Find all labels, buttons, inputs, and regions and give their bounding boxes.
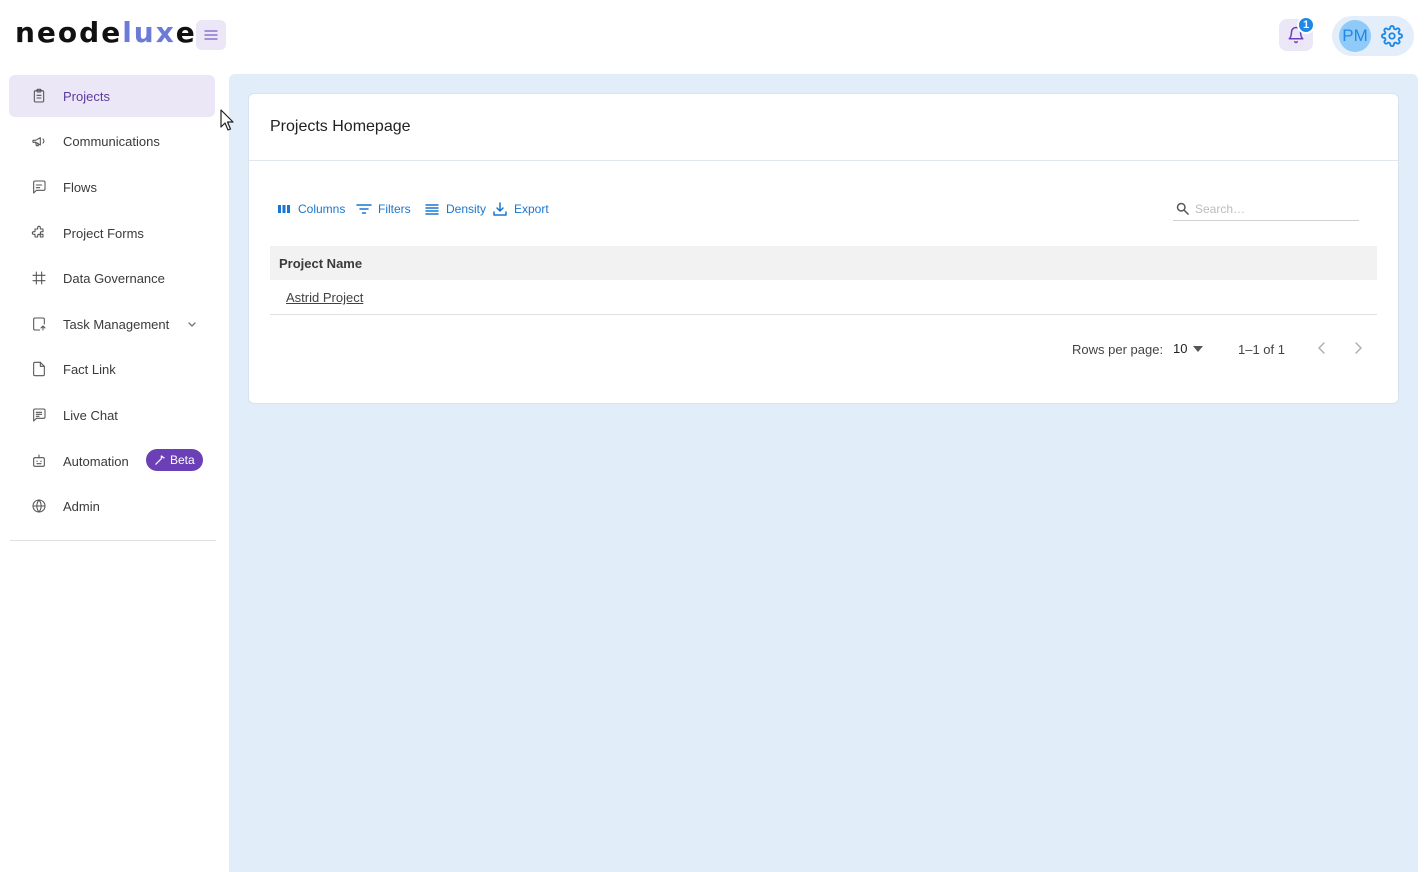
hamburger-icon xyxy=(204,30,218,40)
clipboard-icon xyxy=(33,88,45,103)
pagination-range: 1–1 of 1 xyxy=(1238,342,1285,357)
sidebar-item-data-governance[interactable]: Data Governance xyxy=(9,257,215,299)
search-field[interactable] xyxy=(1173,197,1359,221)
column-header-project-name[interactable]: Project Name xyxy=(279,256,362,271)
sidebar-item-label: Automation xyxy=(63,453,129,469)
sidebar-divider xyxy=(10,540,216,541)
filter-icon xyxy=(356,204,372,214)
grid-icon xyxy=(32,271,46,285)
search-input[interactable] xyxy=(1195,199,1355,219)
beta-badge: Beta xyxy=(146,449,203,471)
filters-button[interactable]: Filters xyxy=(356,201,411,217)
download-icon xyxy=(493,202,507,216)
chevron-left-icon[interactable] xyxy=(1314,340,1330,356)
chevron-right-icon[interactable] xyxy=(1350,340,1366,356)
columns-button[interactable]: Columns xyxy=(276,201,345,217)
sidebar: Projects Communications Flows Project Fo… xyxy=(0,72,229,872)
robot-icon xyxy=(33,454,45,467)
avatar[interactable]: PM xyxy=(1339,20,1371,52)
sidebar-item-communications[interactable]: Communications xyxy=(9,120,215,162)
message-square-icon xyxy=(33,180,46,194)
sidebar-item-label: Data Governance xyxy=(63,270,165,286)
sidebar-item-label: Admin xyxy=(63,498,100,514)
projects-card: Projects Homepage Columns Filters Densit… xyxy=(248,93,1399,404)
sidebar-item-label: Fact Link xyxy=(63,361,116,377)
megaphone-icon xyxy=(32,137,45,147)
caret-down-icon xyxy=(1193,345,1204,352)
sidebar-item-live-chat[interactable]: Live Chat xyxy=(9,394,215,436)
top-bar: neodeluxeTM 1 PM xyxy=(0,0,1426,72)
menu-toggle-button[interactable] xyxy=(196,20,226,50)
card-divider xyxy=(249,160,1398,161)
sidebar-item-fact-link[interactable]: Fact Link xyxy=(9,348,215,390)
sidebar-item-projects[interactable]: Projects xyxy=(9,75,215,117)
density-icon xyxy=(425,204,439,215)
search-icon xyxy=(1176,202,1189,215)
chat-icon xyxy=(33,408,46,422)
sidebar-item-label: Flows xyxy=(63,179,97,195)
sidebar-item-automation[interactable]: Automation Beta xyxy=(9,440,215,482)
density-button[interactable]: Density xyxy=(424,201,486,217)
sidebar-item-label: Project Forms xyxy=(63,225,144,241)
mouse-cursor-icon xyxy=(220,109,234,131)
task-icon xyxy=(33,317,46,331)
table-row[interactable]: Astrid Project xyxy=(270,280,1377,315)
sidebar-item-admin[interactable]: Admin xyxy=(9,485,215,527)
sidebar-item-label: Live Chat xyxy=(63,407,118,423)
sidebar-item-label: Task Management xyxy=(63,316,170,332)
sidebar-item-label: Communications xyxy=(63,133,160,149)
sidebar-item-label: Projects xyxy=(63,88,110,104)
project-link[interactable]: Astrid Project xyxy=(286,290,363,305)
magic-wand-icon xyxy=(155,454,165,465)
columns-icon xyxy=(278,205,290,213)
table-header: Project Name xyxy=(270,246,1377,280)
document-icon xyxy=(33,361,45,377)
rows-per-page-label: Rows per page: xyxy=(1072,342,1164,357)
chevron-down-icon[interactable] xyxy=(187,319,197,329)
notification-badge: 1 xyxy=(1297,16,1315,34)
puzzle-icon xyxy=(31,225,44,238)
gear-icon[interactable] xyxy=(1381,25,1403,47)
export-button[interactable]: Export xyxy=(492,201,549,217)
sidebar-item-project-forms[interactable]: Project Forms xyxy=(9,212,215,254)
rows-per-page-select[interactable]: 10 xyxy=(1173,341,1204,356)
sidebar-item-flows[interactable]: Flows xyxy=(9,166,215,208)
page-title: Projects Homepage xyxy=(270,118,411,135)
sidebar-item-task-management[interactable]: Task Management xyxy=(9,303,215,345)
brand-logo[interactable]: neodeluxeTM xyxy=(15,17,207,56)
globe-shield-icon xyxy=(32,499,46,513)
